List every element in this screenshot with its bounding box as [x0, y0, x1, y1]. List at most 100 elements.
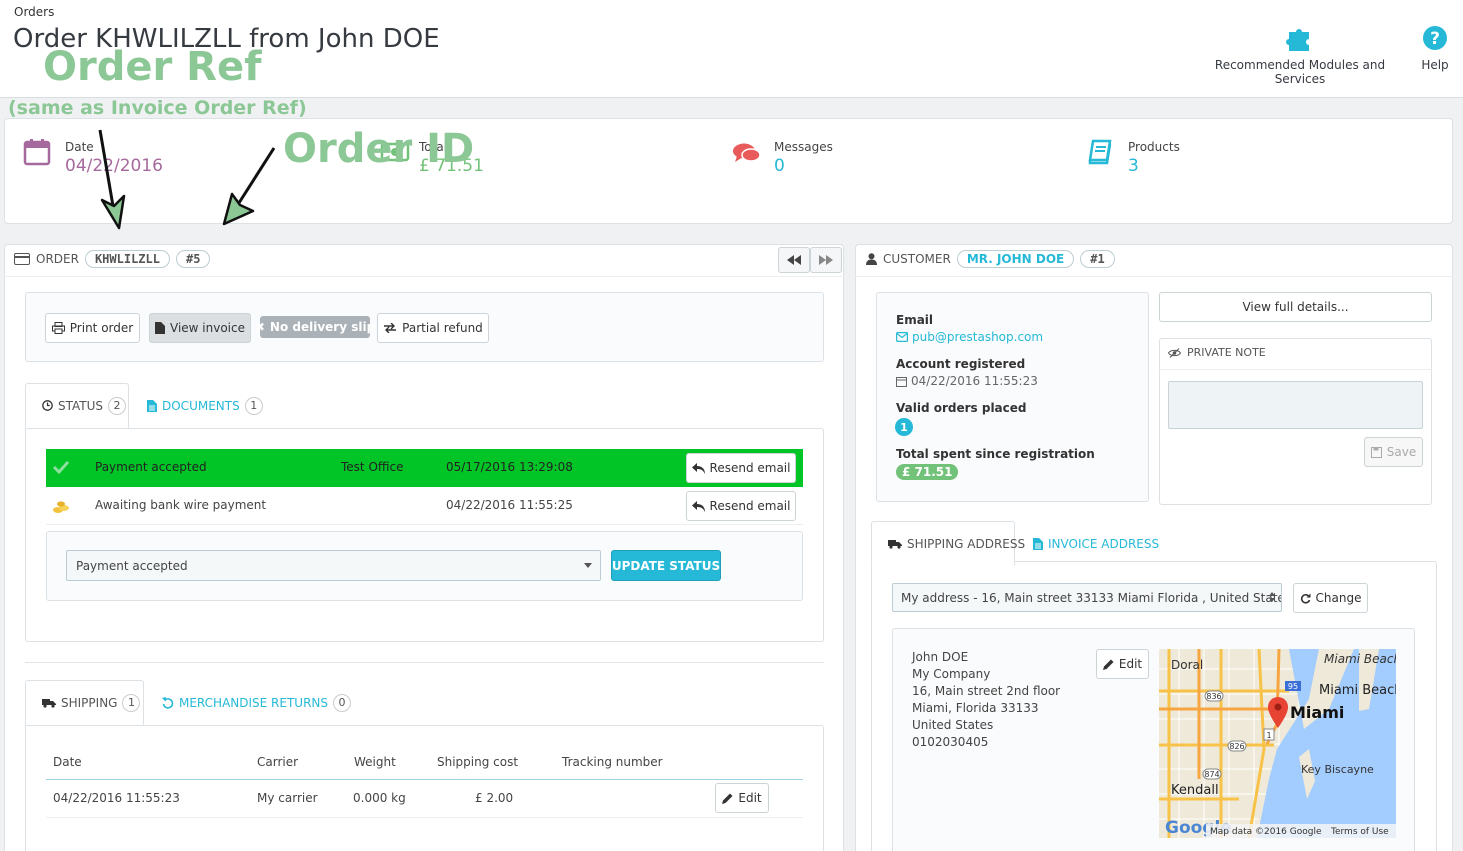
tab-shipping-address[interactable]: SHIPPING ADDRESS	[871, 521, 1025, 566]
recommended-modules-label: Recommended Modules and Services	[1214, 58, 1386, 86]
address-line: John DOE	[912, 650, 969, 664]
tab-merchandise-returns[interactable]: MERCHANDISE RETURNS 0	[162, 680, 352, 725]
help-button[interactable]: ? Help	[1414, 20, 1456, 72]
edit-shipping-button[interactable]: Edit	[715, 783, 769, 813]
tab-status[interactable]: STATUS 2	[25, 383, 129, 428]
tab-documents[interactable]: DOCUMENTS 1	[147, 383, 263, 428]
kpi-messages[interactable]: Messages 0	[774, 140, 833, 176]
address-line: Miami, Florida 33133	[912, 701, 1039, 715]
tab-invoice-address[interactable]: INVOICE ADDRESS	[1033, 521, 1159, 566]
updown-icon	[1269, 591, 1275, 603]
private-note-textarea[interactable]	[1168, 381, 1423, 429]
exchange-icon	[383, 323, 397, 333]
caret-down-icon	[584, 563, 592, 568]
previous-order-button[interactable]	[778, 247, 810, 273]
resend-email-label: Resend email	[709, 499, 791, 513]
customer-panel-heading: CUSTOMER MR. JOHN DOE #1	[866, 250, 1115, 268]
print-order-button[interactable]: Print order	[45, 313, 140, 343]
view-full-details-button[interactable]: View full details...	[1159, 292, 1432, 322]
status-select[interactable]: Payment accepted	[66, 550, 601, 581]
order-heading-label: ORDER	[36, 252, 79, 266]
recommended-modules-button[interactable]: Recommended Modules and Services	[1192, 20, 1408, 86]
address-map[interactable]: Doral Miami Beach Miami Beach Miami Key …	[1159, 649, 1396, 838]
edit-address-button[interactable]: Edit	[1096, 649, 1149, 679]
registered-date: 04/22/2016 11:55:23	[896, 374, 1038, 388]
history-date: 04/22/2016 11:55:25	[446, 498, 573, 512]
comments-icon	[732, 141, 762, 165]
order-panel-heading: ORDER KHWLILZLL #5	[14, 250, 211, 268]
resend-email-label: Resend email	[709, 461, 791, 475]
shipping-tab-content	[25, 725, 824, 851]
customer-name-badge[interactable]: MR. JOHN DOE	[956, 250, 1075, 268]
address-line: United States	[912, 718, 994, 732]
resend-email-button[interactable]: Resend email	[686, 453, 796, 483]
address-select-value: My address - 16, Main street 33133 Miami…	[901, 591, 1282, 605]
partial-refund-button[interactable]: Partial refund	[377, 313, 489, 343]
resend-email-button[interactable]: Resend email	[686, 491, 796, 521]
email-value: pub@prestashop.com	[912, 330, 1044, 344]
update-status-label: UPDATE STATUS	[611, 558, 721, 573]
kpi-messages-label: Messages	[774, 140, 833, 154]
update-status-button[interactable]: UPDATE STATUS	[611, 550, 721, 581]
calendar-icon	[23, 138, 51, 166]
map-shield: 874	[1204, 770, 1219, 779]
floppy-icon	[1370, 446, 1382, 458]
history-status: Payment accepted	[95, 460, 207, 474]
map-terms-link: Terms of Use	[1330, 827, 1389, 837]
map-label: Kendall	[1171, 783, 1219, 798]
no-delivery-slip-button[interactable]: ✖ No delivery slip	[255, 316, 375, 338]
shipping-weight: 0.000 kg	[353, 791, 406, 805]
calendar-small-icon	[896, 376, 907, 387]
order-reference-badge: KHWLILZLL	[84, 250, 170, 268]
map-attribution: Map data ©2016 Google	[1210, 827, 1322, 837]
history-date: 05/17/2016 13:29:08	[446, 460, 573, 474]
save-note-button[interactable]: Save	[1364, 437, 1423, 467]
print-icon	[51, 322, 65, 334]
annotation-order-ref-sub: (same as Invoice Order Ref)	[8, 97, 307, 119]
map-shield: 826	[1229, 742, 1244, 751]
tab-shipping[interactable]: SHIPPING 1	[25, 680, 144, 725]
eye-slash-icon	[1168, 347, 1181, 358]
help-icon: ?	[1414, 20, 1456, 56]
email-link[interactable]: pub@prestashop.com	[896, 330, 1043, 344]
address-block: John DOE My Company 16, Main street 2nd …	[912, 649, 1060, 751]
puzzle-icon	[1192, 20, 1408, 56]
envelope-icon	[896, 332, 908, 342]
help-label: Help	[1421, 58, 1449, 72]
backward-icon	[787, 255, 801, 265]
tab-status-label: STATUS	[58, 398, 104, 413]
shipping-cost: £ 2.00	[475, 791, 514, 805]
address-select[interactable]: My address - 16, Main street 33133 Miami…	[892, 583, 1282, 612]
kpi-products[interactable]: Products 3	[1128, 140, 1180, 176]
map-shield: 95	[1288, 682, 1298, 691]
annotation-arrow-order-id	[220, 144, 280, 228]
address-line: My Company	[912, 667, 991, 681]
reply-icon	[691, 500, 705, 512]
private-note-label: PRIVATE NOTE	[1187, 346, 1266, 359]
pencil-icon	[722, 793, 733, 804]
registered-label: Account registered	[896, 357, 1026, 371]
next-order-button[interactable]	[810, 247, 842, 273]
status-select-value: Payment accepted	[76, 559, 188, 573]
view-details-label: View full details...	[1242, 300, 1349, 314]
customer-heading-label: CUSTOMER	[883, 252, 951, 266]
breadcrumb[interactable]: Orders	[14, 5, 54, 19]
table-header-rule	[46, 779, 803, 780]
table-row-rule	[46, 817, 803, 818]
forward-icon	[819, 255, 833, 265]
customer-id-badge: #1	[1080, 250, 1115, 268]
change-address-label: Change	[1315, 591, 1362, 605]
map-shield: 1	[1266, 731, 1271, 740]
save-note-label: Save	[1386, 445, 1417, 459]
registered-value: 04/22/2016 11:55:23	[911, 374, 1038, 388]
column-header-weight: Weight	[354, 755, 396, 769]
shipping-carrier: My carrier	[257, 791, 318, 805]
total-spent-badge: £ 71.51	[896, 464, 959, 480]
tab-returns-count: 0	[333, 693, 352, 712]
column-header-carrier: Carrier	[257, 755, 299, 769]
view-invoice-button[interactable]: View invoice	[149, 313, 251, 343]
annotation-order-id: Order ID	[283, 126, 475, 172]
map-label: Doral	[1171, 658, 1203, 672]
change-address-button[interactable]: Change	[1293, 583, 1368, 613]
kpi-products-label: Products	[1128, 140, 1180, 154]
